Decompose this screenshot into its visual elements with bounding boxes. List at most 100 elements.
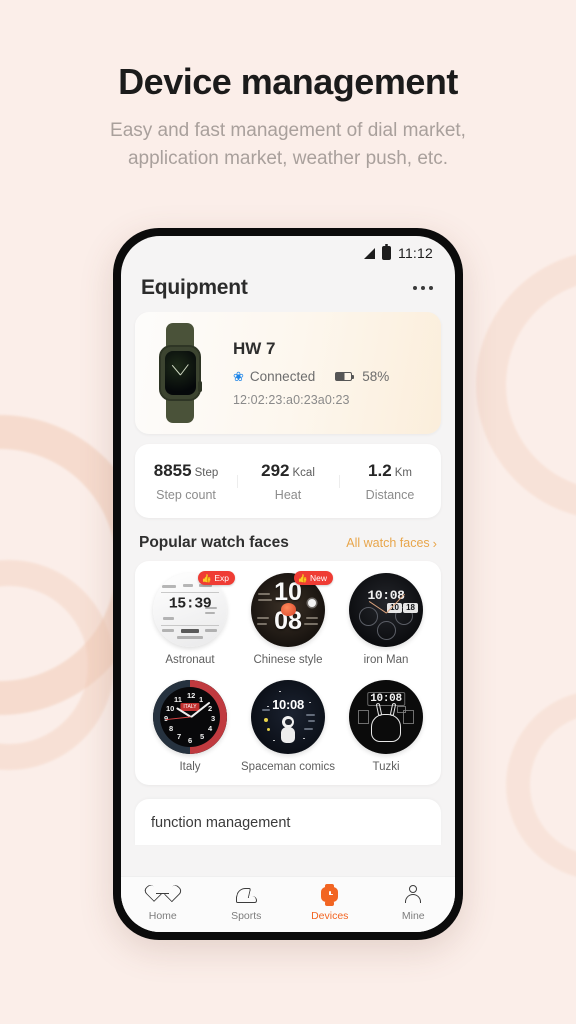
device-info: HW 7 ❀ Connected 58% 12:02:23:a0:23a0:23: [233, 339, 427, 407]
page-subtitle-line-2: application market, weather push, etc.: [127, 147, 448, 169]
stat-label: Heat: [274, 487, 302, 502]
watch-case: [159, 345, 202, 401]
tab-mine[interactable]: Mine: [372, 884, 456, 922]
stat-value: 8855: [153, 460, 192, 480]
dot: [420, 285, 425, 291]
app-bar: Equipment: [121, 270, 455, 312]
stat-unit: Km: [394, 466, 412, 479]
watch-face-item[interactable]: 15:39 👍 Exp Astronaut: [141, 571, 239, 668]
watch-face-name: Chinese style: [253, 654, 323, 666]
device-connection-status: Connected: [249, 369, 316, 384]
watch-face-item[interactable]: 10:08 10 18 iron Man: [337, 573, 435, 668]
watch-face-time: 10:08: [367, 691, 405, 706]
bottom-tab-bar: Home Sports Devices Mine: [121, 876, 455, 932]
watch-face-item[interactable]: 10:08 Spaceman comics: [239, 679, 337, 775]
date-box: 18: [403, 603, 418, 613]
deco-ring-right-small: [506, 690, 576, 880]
function-management-title: function management: [151, 814, 291, 831]
scroll-content: HW 7 ❀ Connected 58% 12:02:23:a0:23a0:23…: [121, 312, 455, 876]
tab-devices[interactable]: Devices: [288, 883, 372, 922]
watch-face-time: 15:39: [168, 595, 212, 613]
watch-face-item[interactable]: 10:08 Tuzki: [337, 679, 435, 775]
page-title-equipment: Equipment: [141, 276, 248, 299]
page-subtitle: Easy and fast management of dial market,…: [0, 117, 576, 172]
watch-face-thumb-wrap: 10 08 👍 New: [251, 571, 333, 647]
stat-label: Distance: [365, 487, 415, 502]
deco-ring-right-large: [476, 250, 576, 520]
stats-row: 8855 Step Step count 292 Kcal Heat 1.2 Km D…: [135, 444, 441, 518]
sun-icon: [308, 599, 316, 607]
signal-icon: [364, 247, 375, 259]
stat-distance[interactable]: 1.2 Km Distance: [339, 461, 441, 502]
brand-mark: ITALY: [180, 702, 200, 711]
watch-face-item[interactable]: 10 08 👍 New Chinese style: [239, 571, 337, 668]
watch-face-name: iron Man: [363, 654, 409, 666]
phone-screen: 11:12 Equipment HW 7 ❀ Connected 58% 12:…: [121, 236, 455, 932]
stat-heat[interactable]: 292 Kcal Heat: [237, 461, 339, 502]
function-management-section[interactable]: function management: [135, 798, 441, 845]
watch-face-preview-iron-man: 10:08 10 18: [349, 573, 423, 647]
watch-crown: [198, 381, 202, 392]
badge-label: Exp: [214, 573, 229, 583]
watch-face-thumb-wrap: 10:08: [251, 679, 325, 754]
page-title: Device management: [118, 61, 458, 102]
all-watch-faces-link[interactable]: All watch faces ›: [346, 536, 437, 551]
device-mac-address: 12:02:23:a0:23a0:23: [233, 393, 350, 407]
device-battery-icon: [335, 372, 355, 381]
watch-face-item[interactable]: 12 1 2 3 4 5 6 7 8 9 10: [141, 679, 239, 775]
astronaut-body: [281, 726, 295, 743]
stat-unit: Step: [194, 466, 219, 479]
planet-dot: [267, 727, 270, 731]
watch-face-thumb-wrap: 12 1 2 3 4 5 6 7 8 9 10: [153, 679, 227, 754]
astronaut-helmet: [282, 715, 294, 728]
page-subtitle-line-1: Easy and fast management of dial market,: [110, 120, 466, 142]
status-bar-time: 11:12: [398, 245, 433, 261]
rabbit-body: [371, 713, 401, 742]
more-options-icon[interactable]: [411, 280, 436, 297]
watch-face-badge: 👍 New: [293, 571, 333, 585]
device-card[interactable]: HW 7 ❀ Connected 58% 12:02:23:a0:23a0:23: [135, 312, 441, 434]
all-watch-faces-label: All watch faces: [346, 536, 430, 550]
watch-face-name: Astronaut: [165, 654, 215, 666]
tab-label: Devices: [311, 909, 349, 922]
person-icon: [402, 884, 424, 906]
watch-face-name: Spaceman comics: [241, 760, 335, 773]
watch-face-badge: 👍 Exp: [197, 571, 235, 585]
watch-display: [164, 351, 196, 395]
dot: [428, 285, 433, 291]
stat-value-line: 8855 Step: [135, 461, 237, 481]
subdial: [377, 621, 396, 640]
stat-value-line: 1.2 Km: [339, 461, 441, 481]
watch-face-time: 10:08: [272, 696, 304, 712]
phone-mockup: 11:12 Equipment HW 7 ❀ Connected 58% 12:…: [113, 228, 463, 940]
watch-icon: [319, 883, 341, 906]
tab-home[interactable]: Home: [121, 884, 205, 922]
watch-faces-section-header: Popular watch faces All watch faces ›: [135, 518, 441, 561]
watch-product-image: [145, 321, 217, 425]
thumb-up-icon: 👍: [201, 573, 212, 583]
subdial: [359, 607, 378, 626]
stat-step-count[interactable]: 8855 Step Step count: [135, 461, 237, 502]
watch-faces-card: 15:39 👍 Exp Astronaut 10 08 👍 New Chines…: [135, 561, 441, 785]
stat-label: Step count: [156, 487, 216, 502]
stat-value: 1.2: [368, 460, 392, 480]
shoe-icon: [235, 884, 257, 906]
watch-faces-grid: 15:39 👍 Exp Astronaut 10 08 👍 New Chines…: [141, 571, 435, 775]
watch-face-preview-tuzki: 10:08: [349, 679, 423, 754]
tab-label: Home: [148, 909, 177, 922]
tab-sports[interactable]: Sports: [205, 884, 289, 922]
tab-label: Sports: [231, 909, 262, 922]
page-header: Device management Easy and fast manageme…: [0, 0, 576, 172]
watch-face-thumb-wrap: 15:39 👍 Exp: [153, 571, 235, 647]
watch-face-thumb-wrap: 10:08 10 18: [349, 573, 423, 647]
device-battery-percent: 58%: [362, 369, 390, 384]
stat-value-line: 292 Kcal: [237, 461, 339, 481]
bluetooth-icon: ❀: [233, 369, 244, 384]
stat-unit: Kcal: [292, 466, 315, 479]
chevron-right-icon: ›: [432, 535, 437, 551]
status-bar: 11:12: [121, 236, 455, 270]
tab-label: Mine: [401, 909, 425, 922]
watch-face-name: Tuzki: [372, 760, 400, 773]
battery-icon: [382, 243, 391, 260]
watch-face-preview-spaceman-comics: 10:08: [251, 679, 325, 754]
